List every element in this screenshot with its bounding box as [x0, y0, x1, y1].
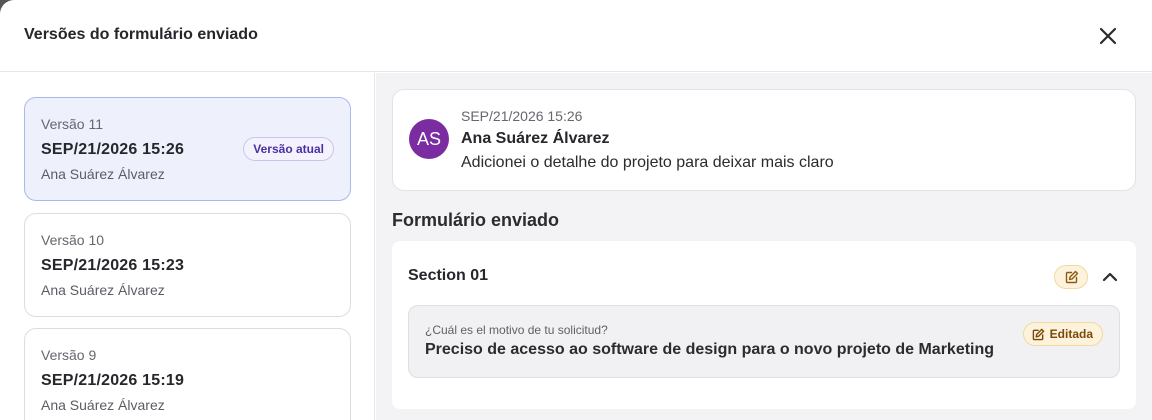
section-edited-button[interactable] — [1054, 265, 1088, 289]
version-card-9[interactable]: Versão 9 SEP/21/2026 15:19 Ana Suárez Ál… — [24, 328, 351, 420]
versions-list: Versão 11 SEP/21/2026 15:26 Ana Suárez Á… — [0, 73, 375, 420]
edit-icon — [1065, 270, 1079, 284]
edit-icon — [1032, 328, 1044, 340]
close-button[interactable] — [1096, 24, 1120, 48]
version-date: SEP/21/2026 15:26 — [41, 141, 185, 158]
comment-text: Adicionei o detalhe do projeto para deix… — [461, 154, 834, 171]
comment-author: Ana Suárez Álvarez — [461, 130, 610, 147]
dialog-header: Versões do formulário enviado — [0, 0, 1152, 72]
version-date: SEP/21/2026 15:19 — [41, 372, 185, 389]
version-label: Versão 9 — [41, 347, 97, 363]
version-label: Versão 11 — [41, 116, 104, 132]
section-title: Section 01 — [408, 267, 489, 284]
form-section: Section 01 ¿Cuál es el motivo de tu soli… — [392, 241, 1136, 409]
version-author: Ana Suárez Álvarez — [41, 282, 165, 298]
version-date: SEP/21/2026 15:23 — [41, 257, 185, 274]
field-answer: Preciso de acesso ao software de design … — [425, 341, 995, 358]
version-card-10[interactable]: Versão 10 SEP/21/2026 15:23 Ana Suárez Á… — [24, 213, 351, 317]
form-field: ¿Cuál es el motivo de tu solicitud? Prec… — [408, 305, 1120, 378]
version-author: Ana Suárez Álvarez — [41, 397, 165, 413]
field-question: ¿Cuál es el motivo de tu solicitud? — [425, 323, 608, 337]
version-detail-panel: AS SEP/21/2026 15:26 Ana Suárez Álvarez … — [376, 73, 1152, 420]
dialog-title: Versões do formulário enviado — [24, 26, 258, 43]
version-label: Versão 10 — [41, 232, 105, 248]
version-author: Ana Suárez Álvarez — [41, 166, 165, 182]
collapse-section-button[interactable] — [1098, 265, 1122, 289]
chevron-up-icon — [1102, 272, 1118, 282]
comment-timestamp: SEP/21/2026 15:26 — [461, 108, 583, 124]
close-icon — [1099, 27, 1117, 45]
edited-label: Editada — [1049, 327, 1093, 341]
edited-badge: Editada — [1022, 322, 1103, 346]
version-comment-card: AS SEP/21/2026 15:26 Ana Suárez Álvarez … — [392, 89, 1136, 191]
avatar: AS — [409, 119, 449, 159]
submitted-form-heading: Formulário enviado — [392, 210, 560, 230]
versions-dialog: Versões do formulário enviado Versão 11 … — [0, 0, 1152, 420]
current-version-badge: Versão atual — [243, 137, 334, 161]
version-card-11[interactable]: Versão 11 SEP/21/2026 15:26 Ana Suárez Á… — [24, 97, 351, 201]
